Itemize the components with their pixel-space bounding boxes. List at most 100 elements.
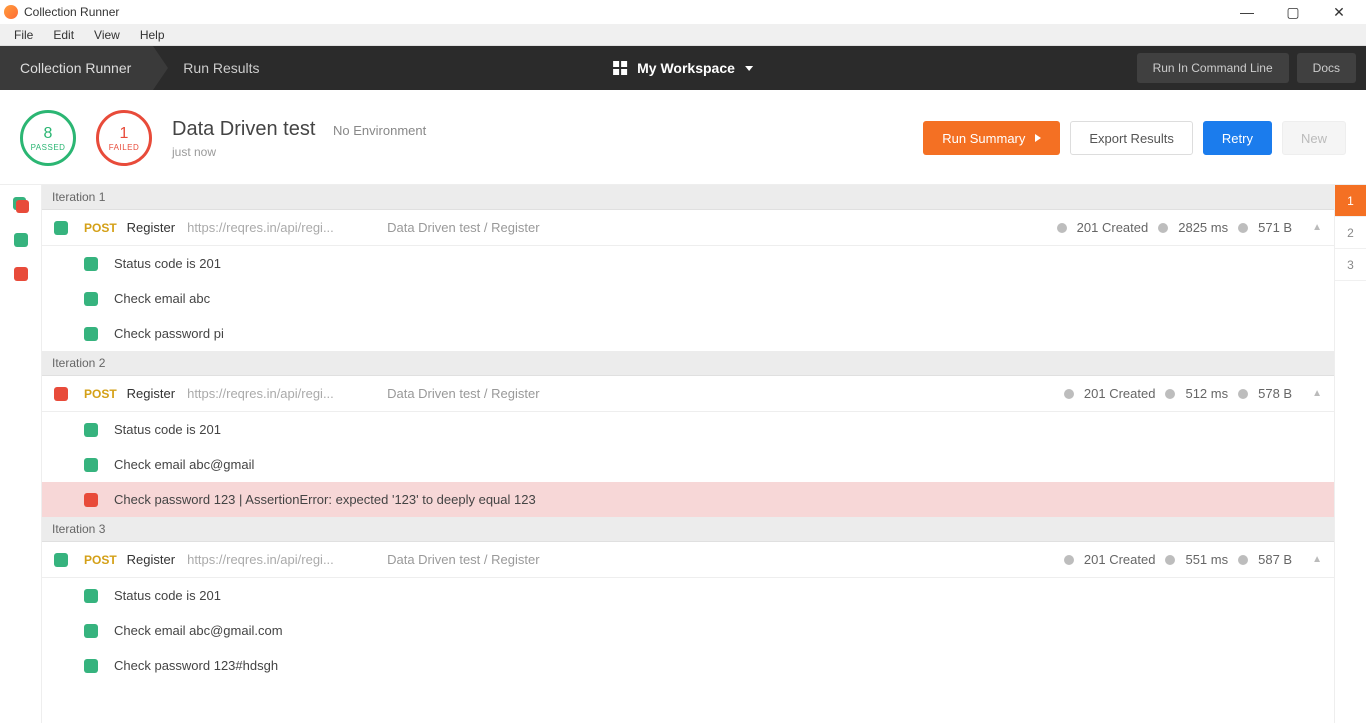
play-icon (1035, 134, 1041, 142)
request-method: POST (84, 221, 117, 235)
title-bar: Collection Runner — ▢ ✕ (0, 0, 1366, 24)
workspace-label: My Workspace (637, 60, 735, 76)
new-button[interactable]: New (1282, 121, 1346, 155)
grid-icon (613, 61, 627, 75)
menu-help[interactable]: Help (130, 28, 175, 42)
filter-failed-icon[interactable] (14, 267, 28, 281)
response-size: 571 B (1258, 220, 1292, 235)
breadcrumb-current: Run Results (153, 46, 281, 90)
response-time: 551 ms (1185, 552, 1228, 567)
test-text: Status code is 201 (114, 588, 221, 603)
test-text: Status code is 201 (114, 422, 221, 437)
iteration-header: Iteration 3 (42, 517, 1334, 542)
meta-dot-icon (1238, 223, 1248, 233)
menu-file[interactable]: File (4, 28, 43, 42)
status-dot (84, 624, 98, 638)
request-method: POST (84, 553, 117, 567)
run-summary-button[interactable]: Run Summary (923, 121, 1060, 155)
workspace-selector[interactable]: My Workspace (613, 60, 753, 76)
iteration-link-3[interactable]: 3 (1335, 249, 1366, 281)
collection-name: Data Driven test (172, 118, 315, 141)
filter-all-icon[interactable] (13, 197, 29, 213)
test-text: Check password 123 | AssertionError: exp… (114, 492, 536, 507)
menu-bar: File Edit View Help (0, 24, 1366, 46)
status-dot (84, 493, 98, 507)
app-icon (4, 5, 18, 19)
maximize-button[interactable]: ▢ (1270, 0, 1316, 24)
status-dot (84, 327, 98, 341)
docs-button[interactable]: Docs (1297, 53, 1356, 83)
filter-passed-icon[interactable] (14, 233, 28, 247)
request-url: https://reqres.in/api/regi... (187, 386, 347, 401)
failed-label: FAILED (109, 143, 140, 152)
minimize-button[interactable]: — (1224, 0, 1270, 24)
test-row: Check email abc@gmail (42, 447, 1334, 482)
run-title-block: Data Driven test No Environment just now (172, 118, 426, 159)
request-url: https://reqres.in/api/regi... (187, 220, 347, 235)
close-button[interactable]: ✕ (1316, 0, 1362, 24)
response-size: 578 B (1258, 386, 1292, 401)
iteration-link-2[interactable]: 2 (1335, 217, 1366, 249)
status-code: 201 Created (1084, 552, 1156, 567)
request-method: POST (84, 387, 117, 401)
meta-dot-icon (1238, 555, 1248, 565)
meta-dot-icon (1064, 555, 1074, 565)
chevron-down-icon (745, 66, 753, 71)
iteration-header: Iteration 1 (42, 185, 1334, 210)
run-commandline-button[interactable]: Run In Command Line (1137, 53, 1289, 83)
response-time: 512 ms (1185, 386, 1228, 401)
test-text: Status code is 201 (114, 256, 221, 271)
request-row[interactable]: POST Register https://reqres.in/api/regi..… (42, 376, 1334, 412)
failed-count: 1 (120, 125, 129, 143)
status-dot (54, 553, 68, 567)
run-time: just now (172, 145, 426, 159)
request-row[interactable]: POST Register https://reqres.in/api/regi..… (42, 542, 1334, 578)
status-dot (84, 589, 98, 603)
status-code: 201 Created (1084, 386, 1156, 401)
request-name: Register (127, 552, 175, 567)
iteration-link-1[interactable]: 1 (1335, 185, 1366, 217)
test-text: Check password pi (114, 326, 224, 341)
run-summary-header: 8 PASSED 1 FAILED Data Driven test No En… (0, 90, 1366, 185)
status-dot (84, 659, 98, 673)
request-name: Register (127, 386, 175, 401)
status-code: 201 Created (1077, 220, 1149, 235)
status-dot (54, 387, 68, 401)
status-dot (84, 458, 98, 472)
status-dot (84, 423, 98, 437)
breadcrumb-bar: Collection Runner Run Results My Workspa… (0, 46, 1366, 90)
iteration-header: Iteration 2 (42, 351, 1334, 376)
test-text: Check email abc@gmail.com (114, 623, 283, 638)
response-time: 2825 ms (1178, 220, 1228, 235)
breadcrumb-root[interactable]: Collection Runner (0, 46, 153, 90)
failed-counter: 1 FAILED (96, 110, 152, 166)
filter-rail (0, 185, 42, 723)
request-name: Register (127, 220, 175, 235)
test-text: Check password 123#hdsgh (114, 658, 278, 673)
request-path: Data Driven test / Register (387, 552, 1064, 567)
passed-label: PASSED (31, 143, 66, 152)
request-path: Data Driven test / Register (387, 220, 1057, 235)
test-row: Status code is 201 (42, 412, 1334, 447)
meta-dot-icon (1165, 555, 1175, 565)
chevron-up-icon: ▲ (1312, 388, 1322, 399)
status-dot (54, 221, 68, 235)
test-row: Status code is 201 (42, 578, 1334, 613)
test-row: Check password 123 | AssertionError: exp… (42, 482, 1334, 517)
results-list: Iteration 1 POST Register https://reqres.in… (42, 185, 1334, 723)
retry-button[interactable]: Retry (1203, 121, 1272, 155)
request-url: https://reqres.in/api/regi... (187, 552, 347, 567)
menu-view[interactable]: View (84, 28, 130, 42)
test-row: Check password pi (42, 316, 1334, 351)
request-row[interactable]: POST Register https://reqres.in/api/regi..… (42, 210, 1334, 246)
test-row: Status code is 201 (42, 246, 1334, 281)
chevron-up-icon: ▲ (1312, 554, 1322, 565)
chevron-up-icon: ▲ (1312, 222, 1322, 233)
test-text: Check email abc (114, 291, 210, 306)
request-meta: 201 Created 512 ms 578 B (1064, 386, 1292, 401)
test-row: Check password 123#hdsgh (42, 648, 1334, 683)
export-results-button[interactable]: Export Results (1070, 121, 1193, 155)
app-title: Collection Runner (24, 5, 119, 19)
menu-edit[interactable]: Edit (43, 28, 84, 42)
passed-count: 8 (44, 125, 53, 143)
